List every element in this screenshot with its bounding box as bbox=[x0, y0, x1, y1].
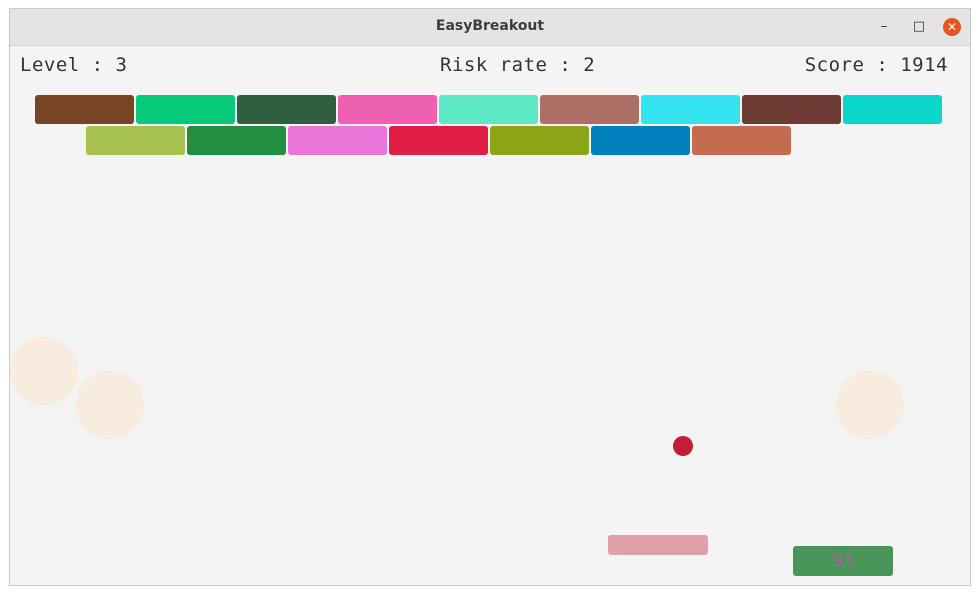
score-label: Score : 1914 bbox=[804, 54, 948, 76]
brick bbox=[338, 95, 437, 124]
maximize-button[interactable]: □ bbox=[909, 17, 929, 37]
window-title: EasyBreakout bbox=[435, 18, 545, 34]
brick bbox=[136, 95, 235, 124]
brick bbox=[692, 126, 791, 155]
level-label: Level : 3 bbox=[20, 54, 128, 76]
brick bbox=[641, 95, 740, 124]
brick bbox=[540, 95, 639, 124]
brick bbox=[237, 95, 336, 124]
title-bar[interactable]: EasyBreakout – □ ✕ bbox=[10, 9, 970, 46]
brick bbox=[439, 95, 538, 124]
brick bbox=[490, 126, 589, 155]
brick bbox=[843, 95, 942, 124]
brick bbox=[86, 126, 185, 155]
ball bbox=[673, 436, 693, 456]
game-window: EasyBreakout – □ ✕ Level : 3 Risk rate :… bbox=[9, 8, 971, 586]
background-bubble bbox=[836, 371, 904, 439]
brick bbox=[288, 126, 387, 155]
timer-box: 93 bbox=[793, 546, 893, 576]
minimize-button[interactable]: – bbox=[874, 17, 894, 37]
close-button[interactable]: ✕ bbox=[943, 18, 961, 36]
brick bbox=[35, 95, 134, 124]
brick bbox=[187, 126, 286, 155]
brick bbox=[389, 126, 488, 155]
background-bubble bbox=[76, 371, 144, 439]
risk-rate-label: Risk rate : 2 bbox=[440, 54, 596, 76]
background-bubble bbox=[10, 337, 78, 405]
brick bbox=[591, 126, 690, 155]
paddle[interactable] bbox=[608, 535, 708, 555]
brick bbox=[742, 95, 841, 124]
